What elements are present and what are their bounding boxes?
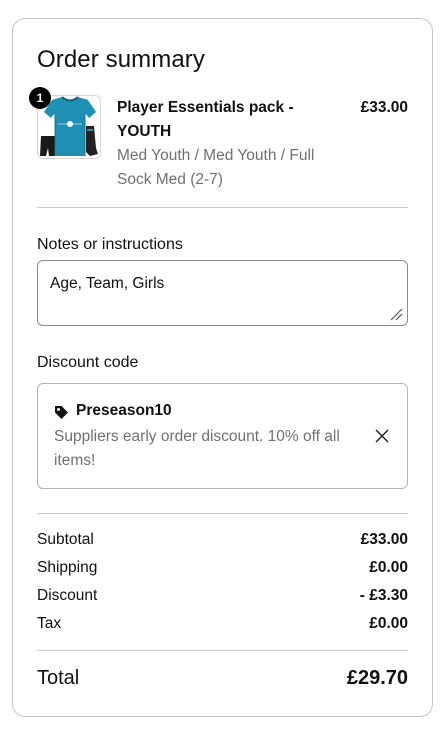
- shipping-row: Shipping £0.00: [37, 559, 408, 581]
- product-thumbnail[interactable]: 1: [29, 87, 101, 159]
- total-label: Total: [37, 667, 80, 689]
- tax-value: £0.00: [369, 615, 408, 632]
- discount-label: Discount code: [37, 354, 139, 371]
- discount-total-label: Discount: [37, 587, 98, 604]
- total-row: Total £29.70: [37, 667, 408, 693]
- quantity-badge: 1: [29, 87, 51, 109]
- discount-row: Discount - £3.30: [37, 587, 408, 609]
- discount-code-text: Preseason10: [76, 402, 172, 419]
- notes-label: Notes or instructions: [37, 236, 183, 253]
- discount-description: Suppliers early order discount. 10% off …: [54, 428, 340, 469]
- divider: [37, 513, 408, 514]
- resize-grip-icon[interactable]: [389, 307, 403, 321]
- product-name: Player Essentials pack - YOUTH: [117, 99, 294, 140]
- divider: [37, 207, 408, 208]
- discount-total-value: - £3.30: [359, 587, 408, 604]
- subtotal-label: Subtotal: [37, 531, 94, 548]
- tax-label: Tax: [37, 615, 62, 632]
- product-price: £33.00: [360, 99, 408, 116]
- notes-textarea[interactable]: Age, Team, Girls: [37, 260, 408, 326]
- shipping-value: £0.00: [369, 559, 408, 576]
- product-variant: Med Youth / Med Youth / Full Sock Med (2…: [117, 147, 315, 188]
- close-icon: [375, 429, 389, 443]
- divider: [37, 650, 408, 651]
- remove-discount-button[interactable]: [372, 426, 392, 446]
- applied-discount: Preseason10 Suppliers early order discou…: [37, 383, 408, 489]
- tax-row: Tax £0.00: [37, 615, 408, 637]
- subtotal-row: Subtotal £33.00: [37, 531, 408, 553]
- tag-icon: [55, 406, 68, 419]
- order-summary-title: Order summary: [37, 46, 205, 73]
- subtotal-value: £33.00: [360, 531, 408, 548]
- shipping-label: Shipping: [37, 559, 98, 576]
- total-value: £29.70: [346, 667, 408, 689]
